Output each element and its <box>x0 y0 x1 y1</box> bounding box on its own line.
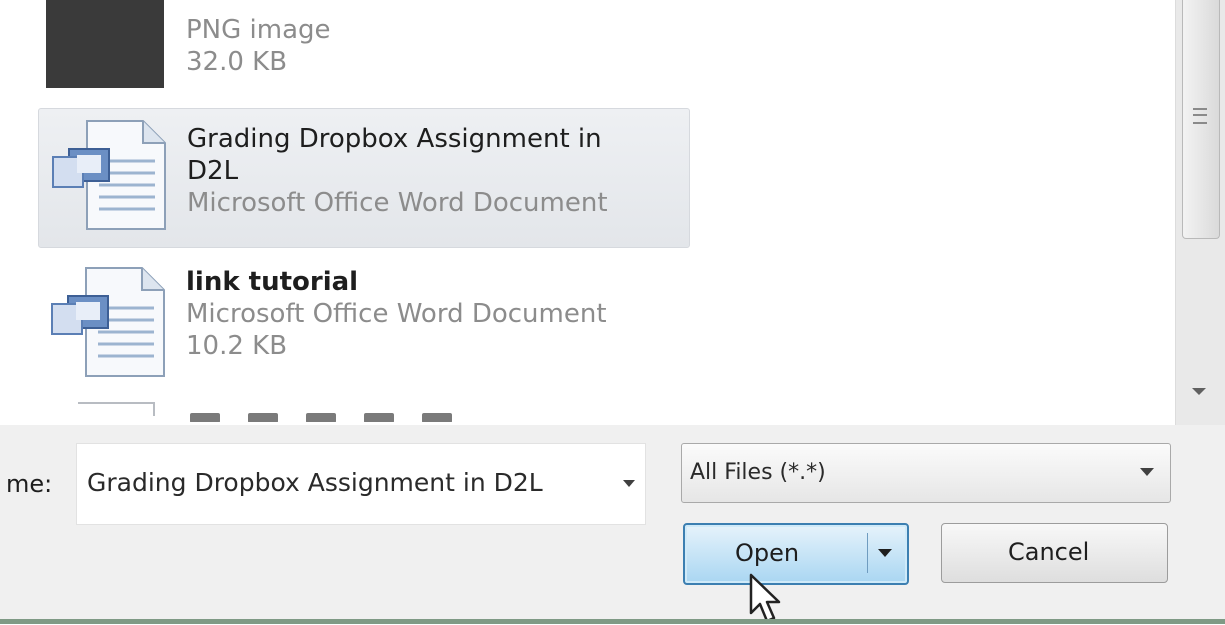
chevron-down-icon[interactable] <box>1140 468 1154 476</box>
open-button[interactable]: Open <box>683 523 909 585</box>
file-type-select[interactable]: All Files (*.*) <box>681 443 1171 503</box>
list-item-png-image[interactable]: PNG image 32.0 KB <box>38 0 688 100</box>
png-thumbnail-icon <box>46 0 164 88</box>
split-divider <box>867 533 868 573</box>
word-document-icon <box>52 120 166 230</box>
word-document-icon <box>51 267 165 377</box>
file-type-value: All Files (*.*) <box>690 460 826 485</box>
window-edge <box>0 619 1225 624</box>
file-name-label: me: <box>6 470 53 498</box>
file-name-input[interactable]: Grading Dropbox Assignment in D2L <box>87 468 543 497</box>
mouse-pointer-icon <box>749 573 781 623</box>
file-name-wrap: D2L <box>187 156 239 186</box>
vertical-scrollbar[interactable] <box>1175 0 1225 425</box>
chevron-down-icon[interactable] <box>623 480 635 487</box>
file-size: 10.2 KB <box>186 331 288 361</box>
file-size: 32.0 KB <box>186 47 288 77</box>
cancel-button[interactable]: Cancel <box>941 523 1168 583</box>
file-type: Microsoft Office Word Document <box>187 188 608 218</box>
open-options-chevron-icon[interactable] <box>878 549 892 557</box>
file-list[interactable]: PNG image 32.0 KB Grading Dropbox Assign… <box>0 0 1175 425</box>
scroll-thumb[interactable] <box>1182 0 1220 239</box>
file-type: PNG image <box>186 15 331 45</box>
grip-icon <box>1193 108 1207 124</box>
file-name: Grading Dropbox Assignment in <box>187 124 602 154</box>
open-button-label: Open <box>735 539 800 567</box>
scroll-down-arrow-icon[interactable] <box>1192 388 1206 395</box>
file-name-combobox[interactable]: Grading Dropbox Assignment in D2L <box>76 443 646 525</box>
dialog-footer: me: Grading Dropbox Assignment in D2L Al… <box>0 425 1225 624</box>
list-item-grading-dropbox[interactable]: Grading Dropbox Assignment in D2L Micros… <box>38 108 690 248</box>
partial-document-icon <box>78 402 155 416</box>
list-item-link-tutorial[interactable]: link tutorial Microsoft Office Word Docu… <box>38 256 688 396</box>
cancel-button-label: Cancel <box>1008 538 1090 566</box>
file-type: Microsoft Office Word Document <box>186 299 607 329</box>
file-name: link tutorial <box>186 267 359 297</box>
partial-list-item <box>190 408 490 422</box>
